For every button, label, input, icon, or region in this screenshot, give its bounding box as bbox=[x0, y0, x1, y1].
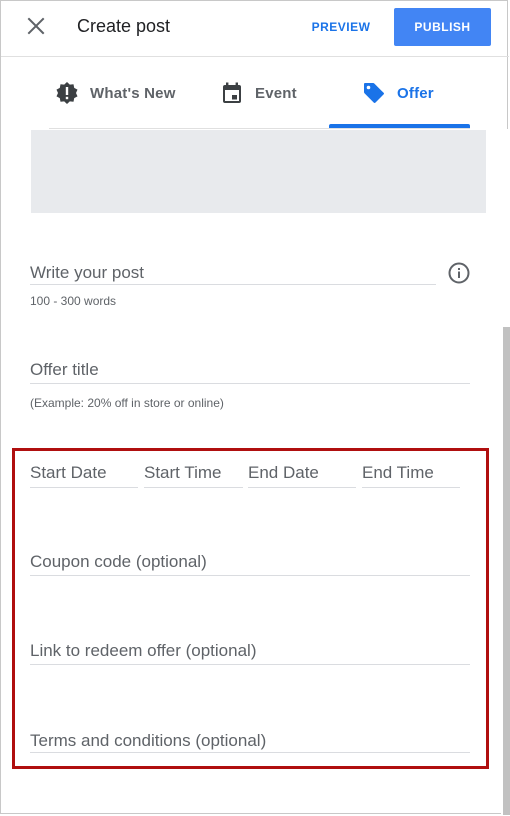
tab-event-label: Event bbox=[255, 85, 297, 102]
tabs-divider bbox=[49, 128, 470, 129]
coupon-code-underline bbox=[30, 575, 470, 576]
offer-title-helper: (Example: 20% off in store or online) bbox=[30, 396, 224, 410]
start-date-underline bbox=[30, 487, 138, 488]
info-icon[interactable] bbox=[447, 261, 471, 285]
terms-placeholder: Terms and conditions (optional) bbox=[30, 731, 267, 750]
post-text-field[interactable]: Write your post bbox=[30, 259, 436, 285]
coupon-code-placeholder: Coupon code (optional) bbox=[30, 552, 207, 571]
start-time-field[interactable]: Start Time bbox=[144, 460, 243, 488]
redeem-link-underline bbox=[30, 664, 470, 665]
create-post-dialog: Create post PREVIEW PUBLISH What's New E… bbox=[0, 0, 510, 815]
calendar-icon bbox=[223, 82, 241, 103]
end-time-underline bbox=[362, 487, 460, 488]
start-time-underline bbox=[144, 487, 243, 488]
close-icon[interactable] bbox=[26, 16, 46, 36]
post-text-helper: 100 - 300 words bbox=[30, 294, 117, 308]
preview-button[interactable]: PREVIEW bbox=[303, 9, 379, 45]
alert-badge-icon bbox=[56, 82, 78, 104]
terms-field[interactable]: Terms and conditions (optional) bbox=[30, 728, 470, 754]
tab-event[interactable]: Event bbox=[219, 57, 319, 129]
tab-offer-label: Offer bbox=[397, 85, 434, 102]
start-date-field[interactable]: Start Date bbox=[30, 460, 138, 488]
dialog-header: Create post PREVIEW PUBLISH bbox=[1, 1, 509, 57]
tag-icon bbox=[364, 83, 384, 103]
publish-button[interactable]: PUBLISH bbox=[394, 8, 491, 46]
coupon-code-field[interactable]: Coupon code (optional) bbox=[30, 548, 470, 576]
offer-title-field[interactable]: Offer title bbox=[30, 356, 470, 384]
scrollbar-thumb[interactable] bbox=[503, 327, 510, 815]
photo-placeholder[interactable] bbox=[31, 130, 486, 213]
end-time-field[interactable]: End Time bbox=[362, 460, 460, 488]
highlight-box bbox=[12, 448, 489, 769]
tab-whats-new-label: What's New bbox=[90, 85, 176, 102]
end-time-placeholder: End Time bbox=[362, 463, 434, 482]
start-time-placeholder: Start Time bbox=[144, 463, 222, 482]
redeem-link-field[interactable]: Link to redeem offer (optional) bbox=[30, 638, 470, 666]
offer-title-placeholder: Offer title bbox=[30, 360, 99, 379]
post-text-underline bbox=[30, 284, 436, 285]
offer-title-underline bbox=[30, 383, 470, 384]
end-date-underline bbox=[248, 487, 356, 488]
start-date-placeholder: Start Date bbox=[30, 463, 107, 482]
dialog-title: Create post bbox=[77, 16, 171, 36]
post-type-tabs: What's New Event Offer bbox=[1, 57, 509, 129]
end-date-field[interactable]: End Date bbox=[248, 460, 356, 488]
end-date-placeholder: End Date bbox=[248, 463, 319, 482]
redeem-link-placeholder: Link to redeem offer (optional) bbox=[30, 641, 257, 660]
tab-whats-new[interactable]: What's New bbox=[53, 57, 193, 129]
post-text-placeholder: Write your post bbox=[30, 263, 145, 282]
terms-underline bbox=[30, 752, 470, 753]
tab-offer[interactable]: Offer bbox=[361, 57, 461, 129]
